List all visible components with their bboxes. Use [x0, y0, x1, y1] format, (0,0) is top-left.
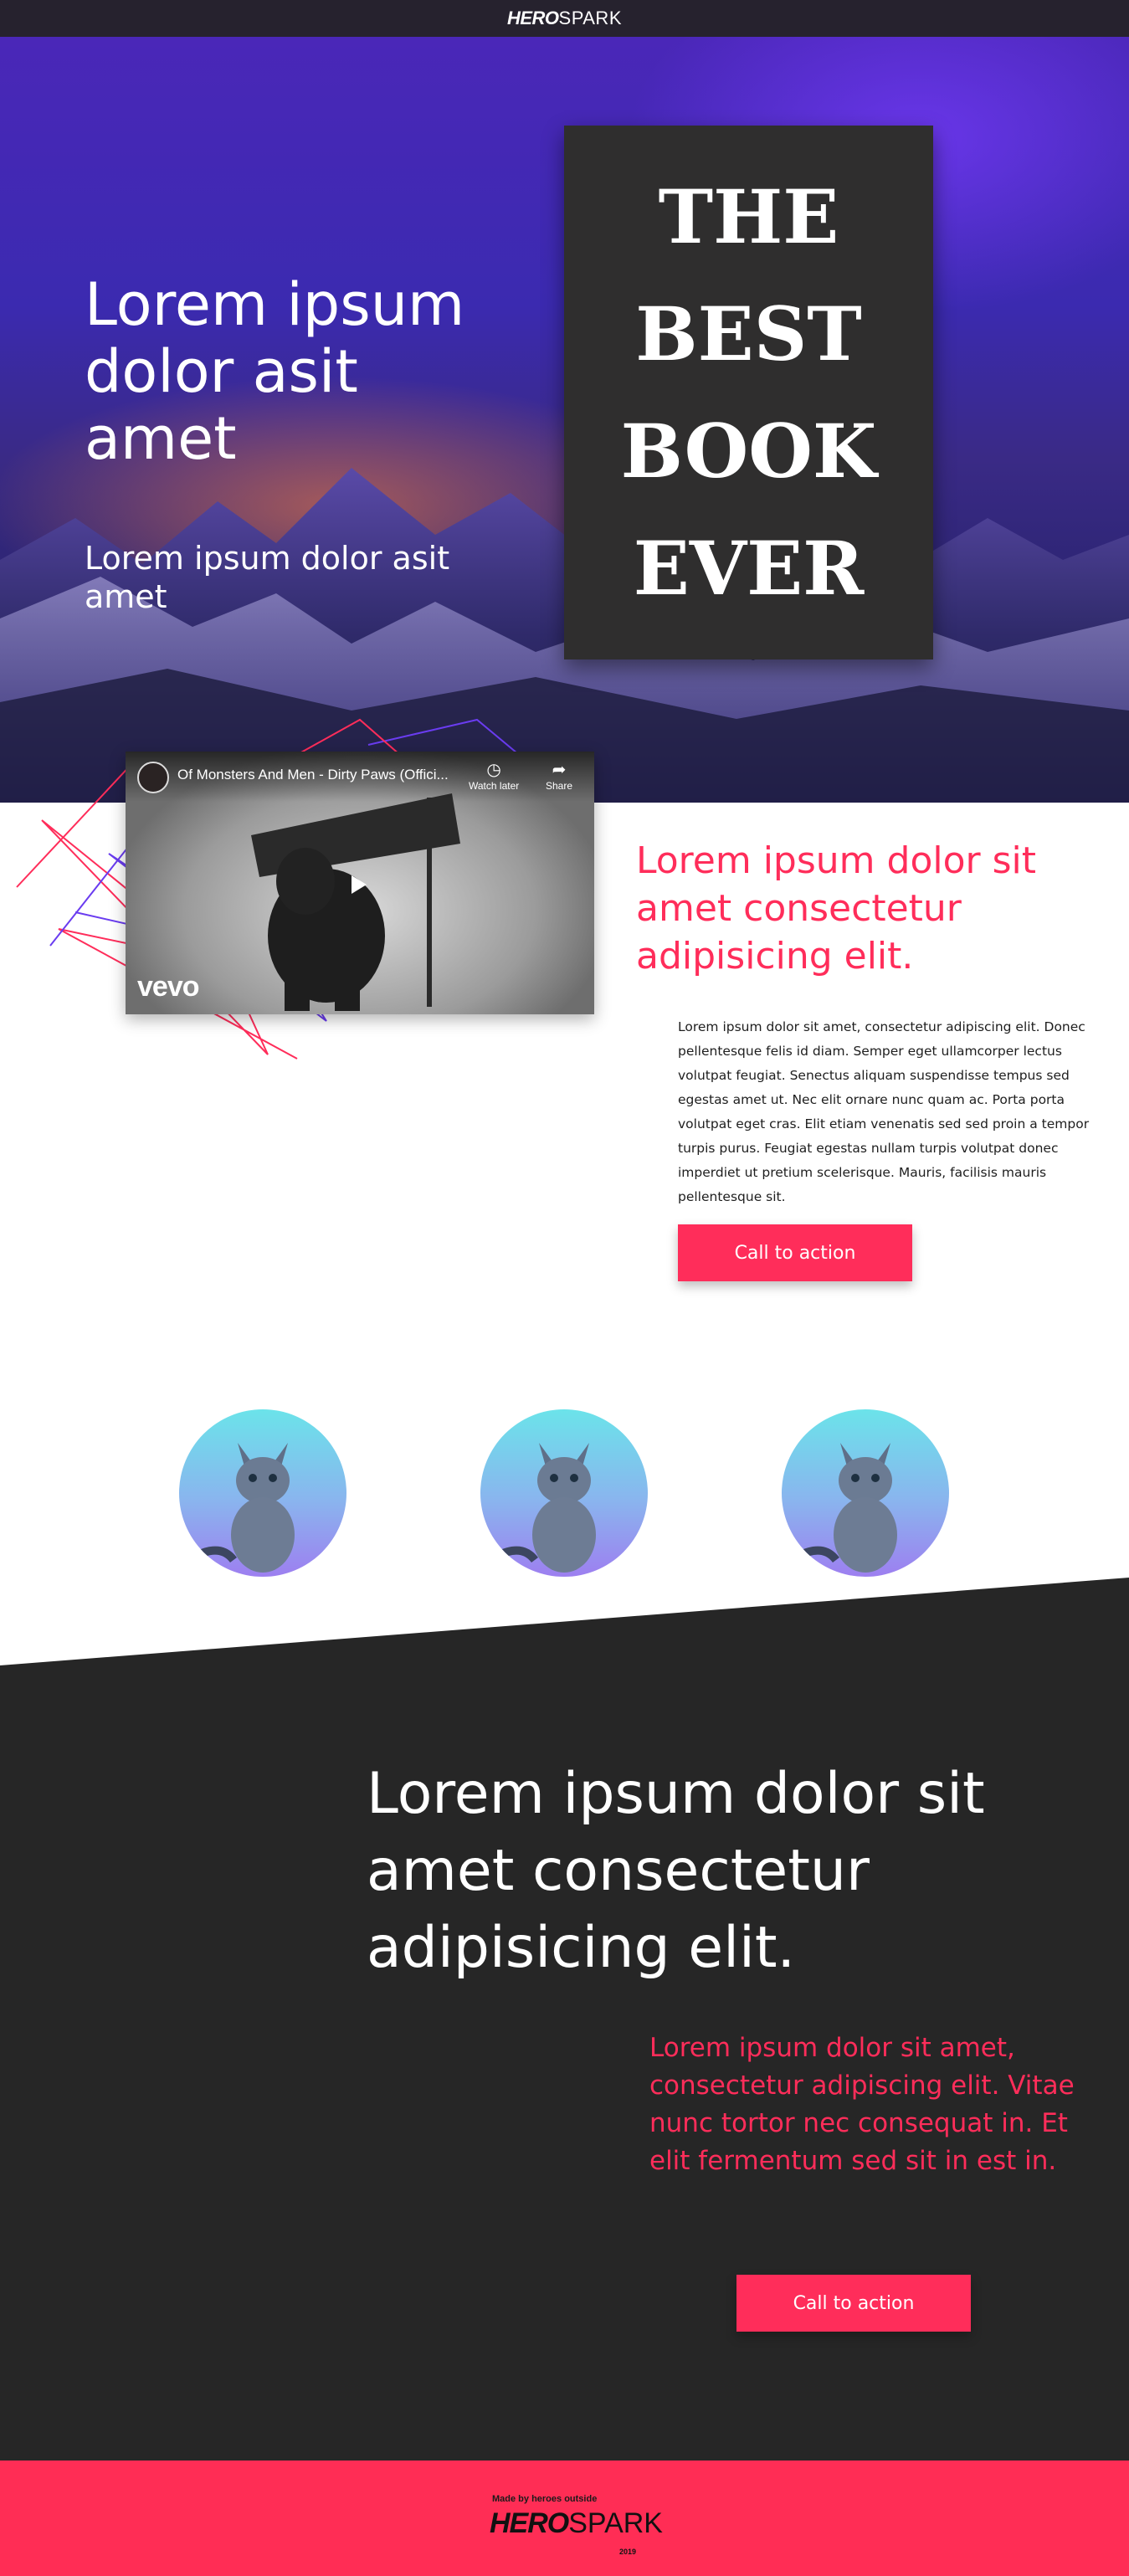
kitten-illustration: [796, 1443, 897, 1573]
hero-subtitle: Lorem ipsum dolor asit amet: [85, 540, 450, 615]
watch-later-label: Watch later: [469, 780, 520, 792]
book-cover: THE BEST BOOK EVER: [564, 126, 933, 659]
footer-year: 2019: [619, 2548, 637, 2556]
feature-title: Lorem ipsum dolor sit amet consectetur a…: [636, 839, 1036, 978]
call-to-action-button[interactable]: Call to action: [736, 2275, 971, 2332]
channel-avatar[interactable]: [137, 762, 169, 793]
vevo-logo: vevo: [137, 971, 199, 1003]
share-label: Share: [546, 780, 573, 792]
top-bar: HEROSPARK: [0, 0, 1129, 37]
dark-section-title: Lorem ipsum dolor sit amet consectetur a…: [367, 1761, 985, 1981]
video-title[interactable]: Of Monsters And Men - Dirty Paws (Offici…: [177, 767, 449, 783]
footer: Made by heroes outside HEROSPARK 2019: [0, 2461, 1129, 2576]
clock-icon: ◷: [486, 761, 501, 779]
watch-later-button[interactable]: ◷ Watch later: [469, 760, 519, 792]
kitten-illustration: [193, 1443, 295, 1573]
herospark-logo[interactable]: HEROSPARK: [507, 8, 622, 29]
book-title-line: BEST: [635, 290, 862, 377]
dark-section-subtitle: Lorem ipsum dolor sit amet, consectetur …: [649, 2033, 1075, 2176]
play-icon[interactable]: [352, 875, 367, 894]
kitten-image: [179, 1409, 346, 1577]
kitten-illustration: [495, 1443, 596, 1573]
book-title-line: EVER: [633, 525, 865, 612]
kitten-image: [480, 1409, 648, 1577]
footer-herospark-logo[interactable]: HEROSPARK: [490, 2507, 663, 2540]
feature-paragraph: Lorem ipsum dolor sit amet, consectetur …: [678, 1019, 1090, 1204]
book-title-line: THE: [658, 173, 839, 260]
share-icon: ➦: [552, 761, 567, 779]
hero-section: Lorem ipsum dolor asit amet Lorem ipsum …: [0, 37, 1129, 803]
share-button[interactable]: ➦ Share: [546, 760, 572, 792]
video-embed[interactable]: Of Monsters And Men - Dirty Paws (Offici…: [126, 752, 594, 1014]
kitten-image: [782, 1409, 949, 1577]
book-title-line: BOOK: [620, 408, 877, 495]
footer-credit: Made by heroes outside: [492, 2494, 598, 2504]
call-to-action-button[interactable]: Call to action: [678, 1224, 912, 1281]
hero-title: Lorem ipsum dolor asit amet: [85, 270, 465, 473]
